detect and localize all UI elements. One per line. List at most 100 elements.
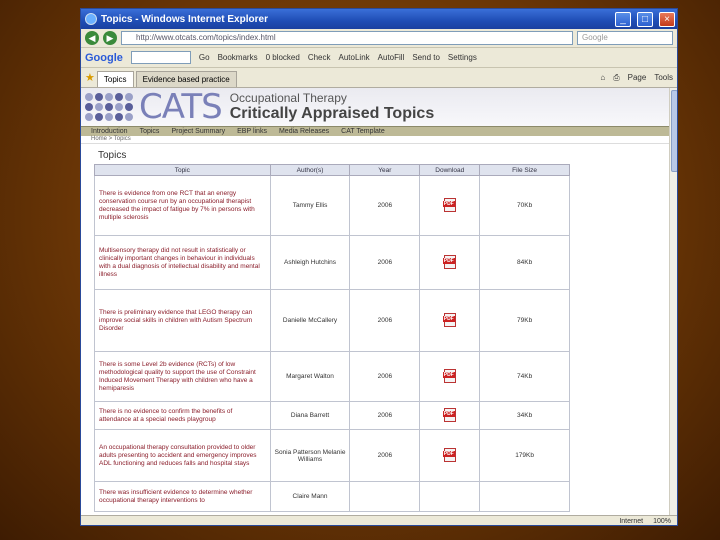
topic-link[interactable]: Multisensory therapy did not result in s… [94,235,271,290]
google-toolbar: Google Go Bookmarks 0 blocked Check Auto… [81,48,677,68]
close-button[interactable]: × [659,11,675,27]
author-cell: Danielle McCallery [269,289,351,352]
author-cell: Tammy Ellis [269,175,351,236]
table-row: There is no evidence to confirm the bene… [94,401,570,430]
topic-link[interactable]: There is preliminary evidence that LEGO … [94,289,271,352]
nav-introduction[interactable]: Introduction [91,128,128,135]
browser-window: Topics - Windows Internet Explorer _ □ ×… [80,8,678,526]
address-bar: ◀ ▶ http://www.otcats.com/topics/index.h… [81,29,677,48]
toolbar-check-button[interactable]: Check [308,53,331,62]
tab-topics[interactable]: Topics [96,71,134,87]
tab-bar: ★ Topics Evidence based practice ⌂ ⎙ Pag… [81,68,677,88]
page-menu[interactable]: Page [628,73,647,83]
google-logo: Google [85,51,123,64]
zone-label: Internet [619,518,644,525]
print-icon[interactable]: ⎙ [613,73,619,83]
toolbar-settings-button[interactable]: Settings [448,53,477,62]
topic-link[interactable]: There is no evidence to confirm the bene… [94,401,271,430]
table-row: There is evidence from one RCT that an e… [94,175,570,236]
col-filesize: File Size [479,164,570,176]
col-download: Download [419,164,481,176]
site-title: Critically Appraised Topics [229,105,435,122]
pdf-icon[interactable]: PDF [442,197,456,212]
filesize-cell: 34Kb [479,401,570,430]
year-cell: 2006 [349,429,421,482]
back-icon[interactable]: ◀ [85,31,99,45]
topic-link[interactable]: There was insufficient evidence to deter… [94,481,271,512]
nav-topics[interactable]: Topics [140,128,160,135]
toolbar-blocked-button[interactable]: 0 blocked [266,53,300,62]
year-cell: 2006 [349,235,421,290]
download-cell: PDF [419,429,481,482]
filesize-cell [479,481,570,512]
maximize-button[interactable]: □ [637,11,653,27]
year-cell: 2006 [349,401,421,430]
author-cell: Margaret Walton [269,351,351,402]
window-title: Topics - Windows Internet Explorer [101,13,268,25]
pdf-icon[interactable]: PDF [442,368,456,383]
table-row: An occupational therapy consultation pro… [94,429,570,482]
download-cell: PDF [419,351,481,402]
toolbar-sendto-button[interactable]: Send to [412,53,440,62]
nav-cat-template[interactable]: CAT Template [341,128,385,135]
tab-ebp[interactable]: Evidence based practice [135,71,237,87]
topic-link[interactable]: An occupational therapy consultation pro… [94,429,271,482]
forward-icon[interactable]: ▶ [103,31,117,45]
toolbar-autofill-button[interactable]: AutoFill [378,53,405,62]
pdf-icon[interactable]: PDF [442,407,456,422]
status-bar: Internet 100% [81,515,677,525]
author-cell: Diana Barrett [269,401,351,430]
year-cell: 2006 [349,351,421,402]
tools-menu[interactable]: Tools [654,73,673,83]
site-nav: Introduction Topics Project Summary EBP … [81,126,677,136]
address-input[interactable]: http://www.otcats.com/topics/index.html [121,31,573,45]
pdf-icon[interactable]: PDF [442,312,456,327]
col-topic: Topic [94,164,271,176]
topic-link[interactable]: There is some Level 2b evidence (RCTs) o… [94,351,271,402]
pdf-icon[interactable]: PDF [442,447,456,462]
filesize-cell: 79Kb [479,289,570,352]
table-header-row: Topic Author(s) Year Download File Size [94,164,570,176]
author-cell: Sonia Patterson Melanie Williams [269,429,351,482]
toolbar-go-button[interactable]: Go [199,53,210,62]
topic-link[interactable]: There is evidence from one RCT that an e… [94,175,271,236]
download-cell: PDF [419,235,481,290]
year-cell [349,481,421,512]
zoom-level[interactable]: 100% [653,518,671,525]
minimize-button[interactable]: _ [615,11,631,27]
filesize-cell: 84Kb [479,235,570,290]
nav-project-summary[interactable]: Project Summary [171,128,225,135]
title-bar: Topics - Windows Internet Explorer _ □ × [81,9,677,29]
tab-tools: ⌂ ⎙ Page Tools [600,73,673,83]
home-icon[interactable]: ⌂ [600,73,605,83]
table-row: There is preliminary evidence that LEGO … [94,289,570,352]
pdf-icon[interactable]: PDF [442,254,456,269]
year-cell: 2006 [349,289,421,352]
vertical-scrollbar[interactable] [669,88,677,525]
search-input[interactable]: Google [577,31,673,45]
filesize-cell: 74Kb [479,351,570,402]
page-title: Topics [98,150,127,161]
scrollbar-thumb[interactable] [671,90,677,172]
author-cell: Ashleigh Hutchins [269,235,351,290]
page-viewport: CATS Occupational Therapy Critically App… [81,88,677,525]
nav-media-releases[interactable]: Media Releases [279,128,329,135]
google-search-input[interactable] [130,51,191,64]
download-cell [419,481,481,512]
col-author: Author(s) [269,164,351,176]
toolbar-bookmarks-button[interactable]: Bookmarks [218,53,258,62]
filesize-cell: 70Kb [479,175,570,236]
topics-table: Topic Author(s) Year Download File Size … [94,164,570,512]
toolbar-autolink-button[interactable]: AutoLink [339,53,370,62]
logo-word: CATS [139,88,223,127]
tab-label: Evidence based practice [142,75,230,84]
site-subtitle: Occupational Therapy [229,91,347,105]
cats-logo-icon [85,93,133,121]
nav-ebp-links[interactable]: EBP links [237,128,267,135]
table-row: There is some Level 2b evidence (RCTs) o… [94,351,570,402]
col-year: Year [349,164,421,176]
tab-label: Topics [103,75,127,84]
download-cell: PDF [419,175,481,236]
filesize-cell: 179Kb [479,429,570,482]
favorites-star-icon[interactable]: ★ [85,71,95,84]
